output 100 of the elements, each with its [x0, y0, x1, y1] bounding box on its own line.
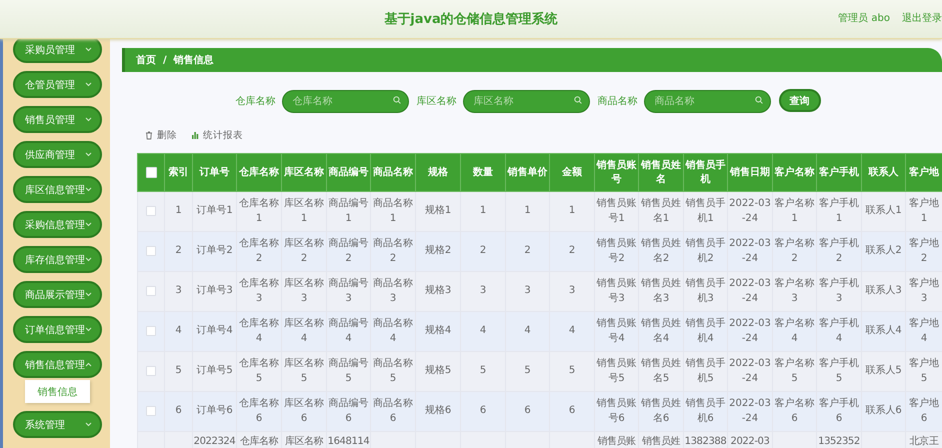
table-cell: 北京王 — [910, 436, 938, 447]
chevron-icon — [85, 187, 92, 192]
table-cell: 客户地3 — [909, 278, 939, 304]
search-icon — [392, 96, 400, 104]
table-cell: 商品名称2 — [373, 238, 413, 264]
table-cell: 规格1 — [424, 205, 452, 216]
table-cell: 订单号6 — [196, 405, 233, 416]
table-cell: 商品名称1 — [373, 198, 413, 224]
menu-item[interactable]: 库存信息管理 — [13, 246, 102, 273]
table-cell: 销售员账 — [597, 436, 636, 447]
table-cell: 销售员姓名2 — [641, 238, 681, 264]
row-checkbox[interactable] — [146, 206, 156, 216]
table-cell: 商品名称5 — [373, 358, 413, 384]
table-cell: 订单号3 — [196, 285, 233, 296]
row-checkbox[interactable] — [146, 326, 156, 336]
table-cell: 商品编号3 — [328, 278, 368, 304]
table-cell: 订单号1 — [196, 205, 233, 216]
table-cell: 客户手机5 — [819, 358, 859, 384]
logout-link[interactable]: 退出登录 — [902, 11, 942, 25]
table-cell: 1 — [524, 205, 531, 216]
chevron-icon — [85, 327, 92, 332]
breadcrumb-link[interactable]: 销售信息 — [174, 53, 214, 67]
row-checkbox[interactable] — [146, 286, 156, 296]
table-cell: 销售员账号5 — [596, 358, 636, 384]
menu-item[interactable]: 仓管员管理 — [13, 71, 102, 98]
table-cell: 销售员姓名4 — [641, 318, 681, 344]
action-link[interactable]: 统计报表 — [191, 128, 243, 142]
chevron-icon — [85, 222, 92, 227]
search-field[interactable]: 仓库名称 — [282, 90, 408, 113]
table-cell: 销售员姓名1 — [641, 198, 681, 224]
select-all-checkbox[interactable] — [146, 166, 156, 178]
table-cell: 库区名称2 — [284, 238, 324, 264]
app-title: 基于java的仓储信息管理系统 — [384, 10, 558, 28]
table-cell: 2022-03-24 — [729, 318, 771, 344]
table-cell: 3 — [568, 285, 576, 296]
table-cell: 4 — [568, 325, 576, 336]
table-cell: 2 — [480, 245, 486, 256]
column-header: 销售员手机 — [684, 154, 728, 192]
bar-chart-icon — [191, 131, 199, 139]
row-checkbox[interactable] — [146, 366, 156, 376]
menu-item[interactable]: 商品展示管理 — [13, 281, 102, 308]
table-cell: 4 — [480, 325, 486, 336]
column-header: 数量 — [460, 154, 506, 192]
table-cell: 商品名称4 — [373, 318, 413, 344]
breadcrumb-link[interactable]: 首页 — [136, 53, 156, 67]
menu-item[interactable]: 采购信息管理 — [13, 211, 102, 238]
column-header: 订单号 — [192, 154, 236, 192]
table-cell: 销售员手机6 — [686, 398, 726, 424]
chevron-icon — [85, 292, 92, 297]
menu-item[interactable]: 供应商管理 — [13, 141, 102, 168]
table-cell: 销售员账号3 — [596, 278, 636, 304]
menu-item[interactable]: 系统管理 — [13, 411, 102, 438]
table-cell: 销售员手机5 — [686, 358, 726, 384]
table-cell: 6 — [568, 405, 576, 416]
menu-item[interactable]: 销售员管理 — [13, 106, 102, 133]
submenu-item[interactable]: 销售信息 — [25, 380, 90, 403]
table-cell: 仓库名称6 — [239, 398, 279, 424]
table-cell: 5 — [524, 365, 531, 376]
field-label: 仓库名称 — [236, 94, 276, 108]
chevron-icon — [85, 47, 92, 52]
table-cell: 1 — [480, 205, 486, 216]
menu-item[interactable]: 订单信息管理 — [13, 316, 102, 343]
menu-item[interactable]: 销售信息管理 — [13, 351, 102, 378]
table-cell: 2022-03-24 — [729, 198, 771, 224]
chevron-icon — [85, 117, 92, 122]
table-cell: 仓库名称1 — [239, 198, 279, 224]
table-cell: 销售员姓名5 — [641, 358, 681, 384]
table-cell: 5 — [175, 365, 182, 376]
action-link[interactable]: 删除 — [145, 128, 177, 142]
column-header: 销售单价 — [506, 154, 550, 192]
trash-icon — [145, 130, 153, 140]
menu-item[interactable]: 库区信息管理 — [13, 176, 102, 203]
column-header: 客户地 — [906, 154, 942, 192]
table-cell: 2 — [568, 245, 576, 256]
column-header: 商品编号 — [326, 154, 370, 192]
table-cell: 商品编号4 — [328, 318, 368, 344]
search-icon — [754, 96, 762, 104]
table-cell: 仓库名称3 — [239, 278, 279, 304]
menu-item[interactable]: 采购员管理 — [13, 39, 102, 63]
search-field[interactable]: 商品名称 — [644, 90, 770, 113]
row-checkbox[interactable] — [146, 246, 156, 256]
table-cell: 销售员账号1 — [596, 198, 636, 224]
table-cell: 5 — [568, 365, 576, 376]
column-header: 客户名称 — [772, 154, 816, 192]
column-header: 仓库名称 — [236, 154, 282, 192]
table-cell: 2022-03-24 — [729, 278, 771, 304]
table-cell: 库区名称5 — [284, 358, 324, 384]
table-cell: 库区名称4 — [284, 318, 324, 344]
column-header: 索引 — [164, 154, 192, 192]
table-cell: 销售员账号4 — [596, 318, 636, 344]
row-checkbox[interactable] — [146, 406, 156, 416]
search-button[interactable]: 查询 — [778, 89, 820, 112]
table-cell: 客户名称5 — [774, 358, 814, 384]
table-cell: 客户名称2 — [774, 238, 814, 264]
table-cell: 商品编号1 — [328, 198, 368, 224]
table-cell: 销售员手机4 — [686, 318, 726, 344]
table-cell: 规格5 — [424, 365, 452, 376]
table-cell: 规格4 — [424, 325, 452, 336]
table-cell: 3 — [480, 285, 486, 296]
search-field[interactable]: 库区名称 — [462, 90, 590, 113]
